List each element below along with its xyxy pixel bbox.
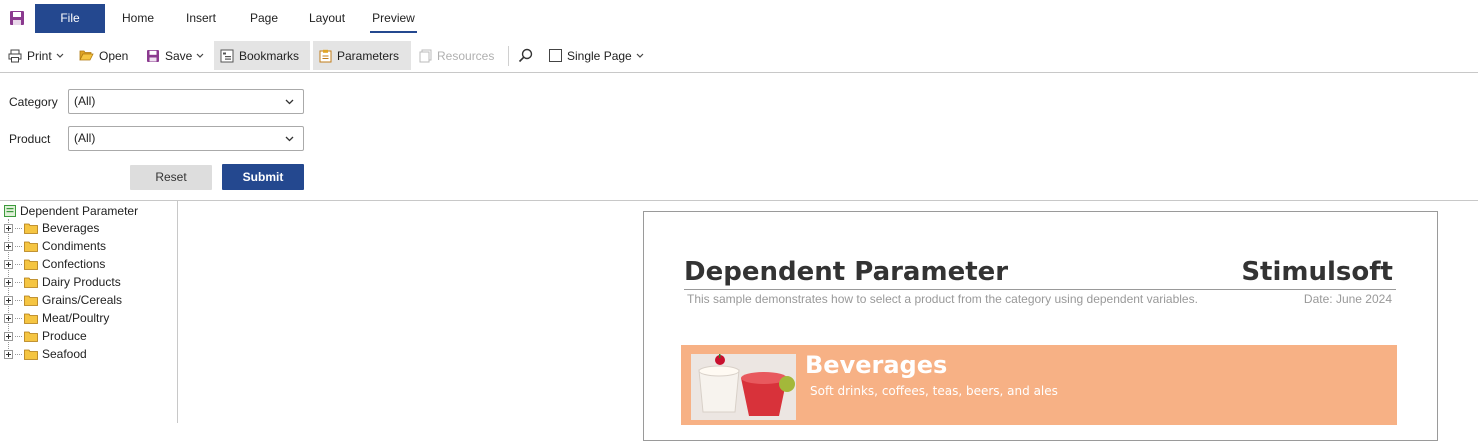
- tree-item-label: Beverages: [42, 221, 100, 235]
- tree-item-label: Confections: [42, 257, 106, 271]
- tree-root[interactable]: Dependent Parameter: [4, 204, 138, 218]
- bookmarks-icon: [220, 49, 234, 62]
- report-title-rule: [684, 289, 1396, 290]
- bookmarks-button[interactable]: Bookmarks: [214, 41, 310, 70]
- parameters-button[interactable]: Parameters: [313, 41, 411, 70]
- clipboard-icon: [319, 49, 332, 62]
- preview-toolbar: Print Open Save Bookmarks Parameters Res…: [0, 38, 1478, 72]
- report-page: Dependent Parameter Stimulsoft This samp…: [643, 211, 1438, 441]
- tree-item-label: Grains/Cereals: [42, 293, 123, 307]
- folder-icon: [24, 349, 38, 360]
- category-header-band: Beverages Soft drinks, coffees, teas, be…: [681, 345, 1397, 425]
- report-icon: [4, 205, 16, 217]
- bookmarks-label: Bookmarks: [239, 48, 300, 63]
- print-label: Print: [27, 48, 52, 63]
- reset-button[interactable]: Reset: [130, 165, 212, 190]
- folder-icon: [24, 295, 38, 306]
- parameters-divider-line: [0, 200, 1478, 201]
- save-app-icon[interactable]: [9, 10, 25, 26]
- tree-item-label: Seafood: [42, 347, 87, 361]
- expand-icon[interactable]: [4, 241, 13, 251]
- chevron-down-icon: [636, 53, 644, 58]
- tree-item[interactable]: Beverages: [4, 219, 99, 237]
- resources-icon: [419, 49, 432, 62]
- category-label: Category: [9, 95, 58, 109]
- chevron-down-icon: [285, 136, 294, 142]
- find-button[interactable]: [512, 41, 544, 70]
- tree-root-label: Dependent Parameter: [20, 204, 139, 218]
- folder-icon: [24, 331, 38, 342]
- tab-file[interactable]: File: [35, 4, 105, 33]
- report-title: Dependent Parameter: [684, 257, 1009, 287]
- report-description: This sample demonstrates how to select a…: [687, 292, 1198, 306]
- folder-icon: [24, 241, 38, 252]
- beverages-image-icon: [691, 354, 796, 420]
- tree-item-label: Dairy Products: [42, 275, 121, 289]
- tab-insert[interactable]: Insert: [186, 4, 216, 33]
- product-value: (All): [74, 131, 96, 145]
- report-date: Date: June 2024: [1303, 292, 1392, 306]
- resources-label: Resources: [437, 48, 495, 63]
- save-label: Save: [165, 48, 193, 63]
- open-label: Open: [99, 48, 129, 63]
- chevron-down-icon: [285, 99, 294, 105]
- expand-icon[interactable]: [4, 295, 13, 305]
- folder-icon: [24, 223, 38, 234]
- tab-layout[interactable]: Layout: [309, 4, 345, 33]
- expand-icon[interactable]: [4, 349, 13, 359]
- tab-preview[interactable]: Preview: [370, 4, 417, 33]
- report-brand: Stimulsoft: [1241, 257, 1393, 287]
- category-description: Soft drinks, coffees, teas, beers, and a…: [810, 384, 1058, 398]
- bookmarks-tree: Dependent Parameter Beverages Condiments…: [0, 201, 178, 423]
- category-image: [691, 354, 796, 420]
- toolbar-divider-line: [0, 72, 1478, 73]
- product-label: Product: [9, 132, 51, 146]
- folder-open-icon: [79, 50, 94, 61]
- tree-item[interactable]: Seafood: [4, 345, 87, 363]
- search-icon: [518, 48, 533, 63]
- category-select[interactable]: (All): [68, 89, 304, 114]
- folder-icon: [24, 313, 38, 324]
- chevron-down-icon: [56, 53, 64, 58]
- single-page-toggle[interactable]: Single Page: [543, 41, 650, 70]
- print-button[interactable]: Print: [2, 41, 70, 70]
- parameters-label: Parameters: [337, 48, 400, 63]
- folder-icon: [24, 277, 38, 288]
- single-page-label: Single Page: [567, 48, 632, 63]
- expand-icon[interactable]: [4, 331, 13, 341]
- tree-item[interactable]: Dairy Products: [4, 273, 121, 291]
- toolbar-divider: [508, 46, 509, 66]
- ribbon-tabs: File Home Insert Page Layout Preview: [0, 0, 1478, 38]
- tree-item[interactable]: Confections: [4, 255, 105, 273]
- tree-item[interactable]: Condiments: [4, 237, 106, 255]
- product-select[interactable]: (All): [68, 126, 304, 151]
- submit-button[interactable]: Submit: [222, 164, 304, 190]
- tab-home[interactable]: Home: [122, 4, 154, 33]
- expand-icon[interactable]: [4, 259, 13, 269]
- save-button[interactable]: Save: [140, 41, 210, 70]
- checkbox-icon: [549, 49, 562, 62]
- tree-item-label: Produce: [42, 329, 87, 343]
- open-button[interactable]: Open: [73, 41, 134, 70]
- tree-item[interactable]: Meat/Poultry: [4, 309, 109, 327]
- resources-button[interactable]: Resources: [413, 41, 500, 70]
- expand-icon[interactable]: [4, 223, 13, 233]
- tab-page[interactable]: Page: [250, 4, 278, 33]
- folder-icon: [24, 259, 38, 270]
- tree-item-label: Condiments: [42, 239, 107, 253]
- save-icon: [147, 49, 159, 62]
- tree-item[interactable]: Produce: [4, 327, 87, 345]
- tree-item-label: Meat/Poultry: [42, 311, 110, 325]
- printer-icon: [8, 49, 22, 62]
- category-title: Beverages: [805, 351, 948, 379]
- tree-item[interactable]: Grains/Cereals: [4, 291, 122, 309]
- expand-icon[interactable]: [4, 313, 13, 323]
- category-value: (All): [74, 94, 96, 108]
- expand-icon[interactable]: [4, 277, 13, 287]
- chevron-down-icon: [196, 53, 204, 58]
